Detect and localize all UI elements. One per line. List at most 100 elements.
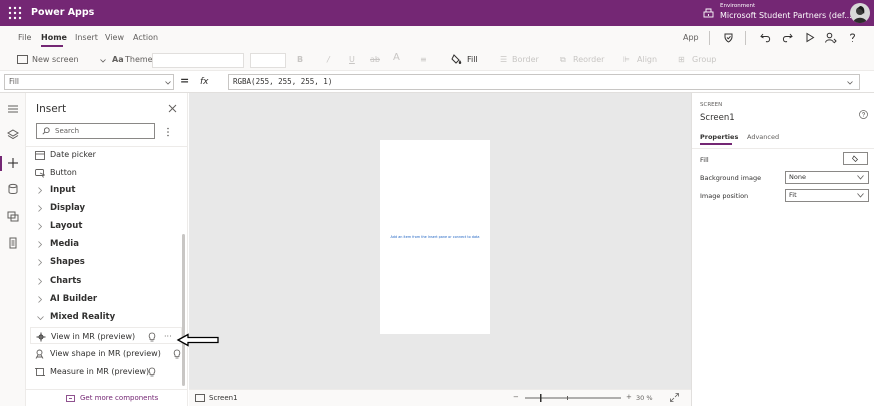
selected-type: SCREEN [700,102,723,108]
empty-screen-hint: Add an item from the Insert pane or conn… [390,235,480,239]
lightbulb-info-icon[interactable] [148,367,156,377]
font-size-select[interactable] [250,53,286,68]
italic-icon[interactable]: / [327,55,330,65]
calendar-icon [35,151,45,160]
search-input[interactable]: Search [36,123,155,139]
active-tab-indicator [41,45,63,47]
category-mixed-reality[interactable]: Mixed Reality [30,309,182,326]
background-image-value: None [789,173,806,181]
image-position-label: Image position [700,192,749,200]
tab-properties[interactable]: Properties [700,132,738,142]
menu-divider [709,31,710,45]
tab-advanced[interactable]: Advanced [747,132,779,142]
app-launcher-icon[interactable] [8,6,22,20]
category-label: Layout [50,221,83,231]
fit-to-window-icon[interactable] [670,393,679,402]
text-align-icon[interactable]: ≡ [420,55,427,65]
hamburger-menu-icon[interactable] [7,103,19,115]
theme-icon: Aa [112,55,124,64]
zoom-slider[interactable] [525,393,621,403]
environment-selector[interactable]: Microsoft Student Partners (def... [720,10,852,21]
components-icon [66,395,75,402]
group-button[interactable]: Group [692,55,716,65]
menu-insert[interactable]: Insert [75,33,98,43]
background-image-label: Background image [700,174,762,182]
get-more-components-label: Get more components [80,394,159,402]
expand-formula-icon[interactable] [847,81,853,85]
insert-item-label: Button [50,168,77,177]
image-position-select[interactable]: Fit [785,189,869,202]
category-layout[interactable]: Layout [30,218,182,235]
font-color-icon[interactable]: A [393,53,400,63]
close-icon[interactable] [168,104,177,113]
lightbulb-info-icon[interactable] [148,332,156,342]
selected-name[interactable]: Screen1 [700,112,735,124]
fill-button[interactable]: Fill [467,55,478,65]
menu-file[interactable]: File [18,33,31,43]
mr-shape-icon [35,349,44,359]
bold-icon[interactable]: B [297,55,303,65]
chevron-right-icon [38,241,43,248]
app-checker-icon[interactable] [722,31,735,44]
design-canvas[interactable]: Add an item from the Insert pane or conn… [189,93,691,389]
insert-item-label: View in MR (preview) [51,332,136,341]
screen-preview[interactable]: Add an item from the Insert pane or conn… [380,140,490,334]
insert-item-date-picker[interactable]: Date picker [30,146,182,163]
theme-button[interactable]: Theme [125,55,153,65]
category-input[interactable]: Input [30,182,182,199]
share-user-icon[interactable] [824,31,837,44]
insert-pane-title: Insert [36,103,67,115]
tree-view-icon[interactable] [7,129,19,141]
property-dropdown[interactable]: Fill [4,74,174,90]
category-shapes[interactable]: Shapes [30,254,182,271]
insert-item-view-shape-in-mr[interactable]: View shape in MR (preview) [30,345,182,362]
app-settings-button[interactable]: App [683,33,699,43]
menu-view[interactable]: View [105,33,124,43]
strikethrough-icon[interactable]: ab [370,55,380,65]
menu-action[interactable]: Action [133,33,158,43]
lightbulb-info-icon[interactable] [173,349,181,359]
fill-bucket-icon [451,54,462,65]
underline-icon[interactable]: U [349,55,355,65]
category-charts[interactable]: Charts [30,273,182,290]
chevron-down-icon [857,175,864,180]
undo-icon[interactable] [759,31,772,44]
insert-item-measure-in-mr[interactable]: Measure in MR (preview) [30,363,182,380]
data-icon[interactable] [7,183,19,195]
media-icon[interactable] [7,210,19,222]
category-ai-builder[interactable]: AI Builder [30,291,182,308]
category-media[interactable]: Media [30,236,182,253]
border-button[interactable]: Border [512,55,539,65]
item-more-options[interactable]: ··· [164,328,172,345]
new-screen-button[interactable]: New screen [32,55,79,65]
avatar[interactable] [850,3,870,23]
redo-icon[interactable] [781,31,794,44]
formula-input[interactable]: RGBA(255, 255, 255, 1) [228,74,860,90]
screen-icon [195,394,205,402]
advanced-tools-icon[interactable] [7,237,19,249]
zoom-in-button[interactable]: + [626,392,632,402]
insert-item-button[interactable]: Button [30,164,182,181]
insert-plus-icon[interactable] [7,157,19,169]
chevron-right-icon [38,187,43,194]
reorder-button[interactable]: Reorder [573,55,604,65]
font-family-select[interactable] [152,53,244,68]
background-image-select[interactable]: None [785,171,869,184]
category-display[interactable]: Display [30,200,182,217]
get-more-components-link[interactable]: Get more components [26,389,188,406]
menu-home[interactable]: Home [41,33,67,43]
more-options-icon[interactable] [167,127,169,137]
fill-color-picker[interactable] [843,152,868,165]
zoom-out-button[interactable]: − [513,392,519,402]
formula-expression: RGBA(255, 255, 255, 1) [233,77,333,86]
insert-pane-scrollbar[interactable] [182,234,185,386]
insert-item-view-in-mr[interactable]: View in MR (preview) ··· [30,327,182,344]
group-icon: ⊞ [678,55,685,64]
screen-selector[interactable]: Screen1 [209,393,238,403]
button-icon [35,169,45,178]
align-button[interactable]: Align [637,55,657,65]
help-icon[interactable] [846,31,859,44]
fx-button[interactable]: fx [200,74,226,90]
help-circle-icon[interactable] [859,110,868,119]
preview-play-icon[interactable] [803,31,816,44]
